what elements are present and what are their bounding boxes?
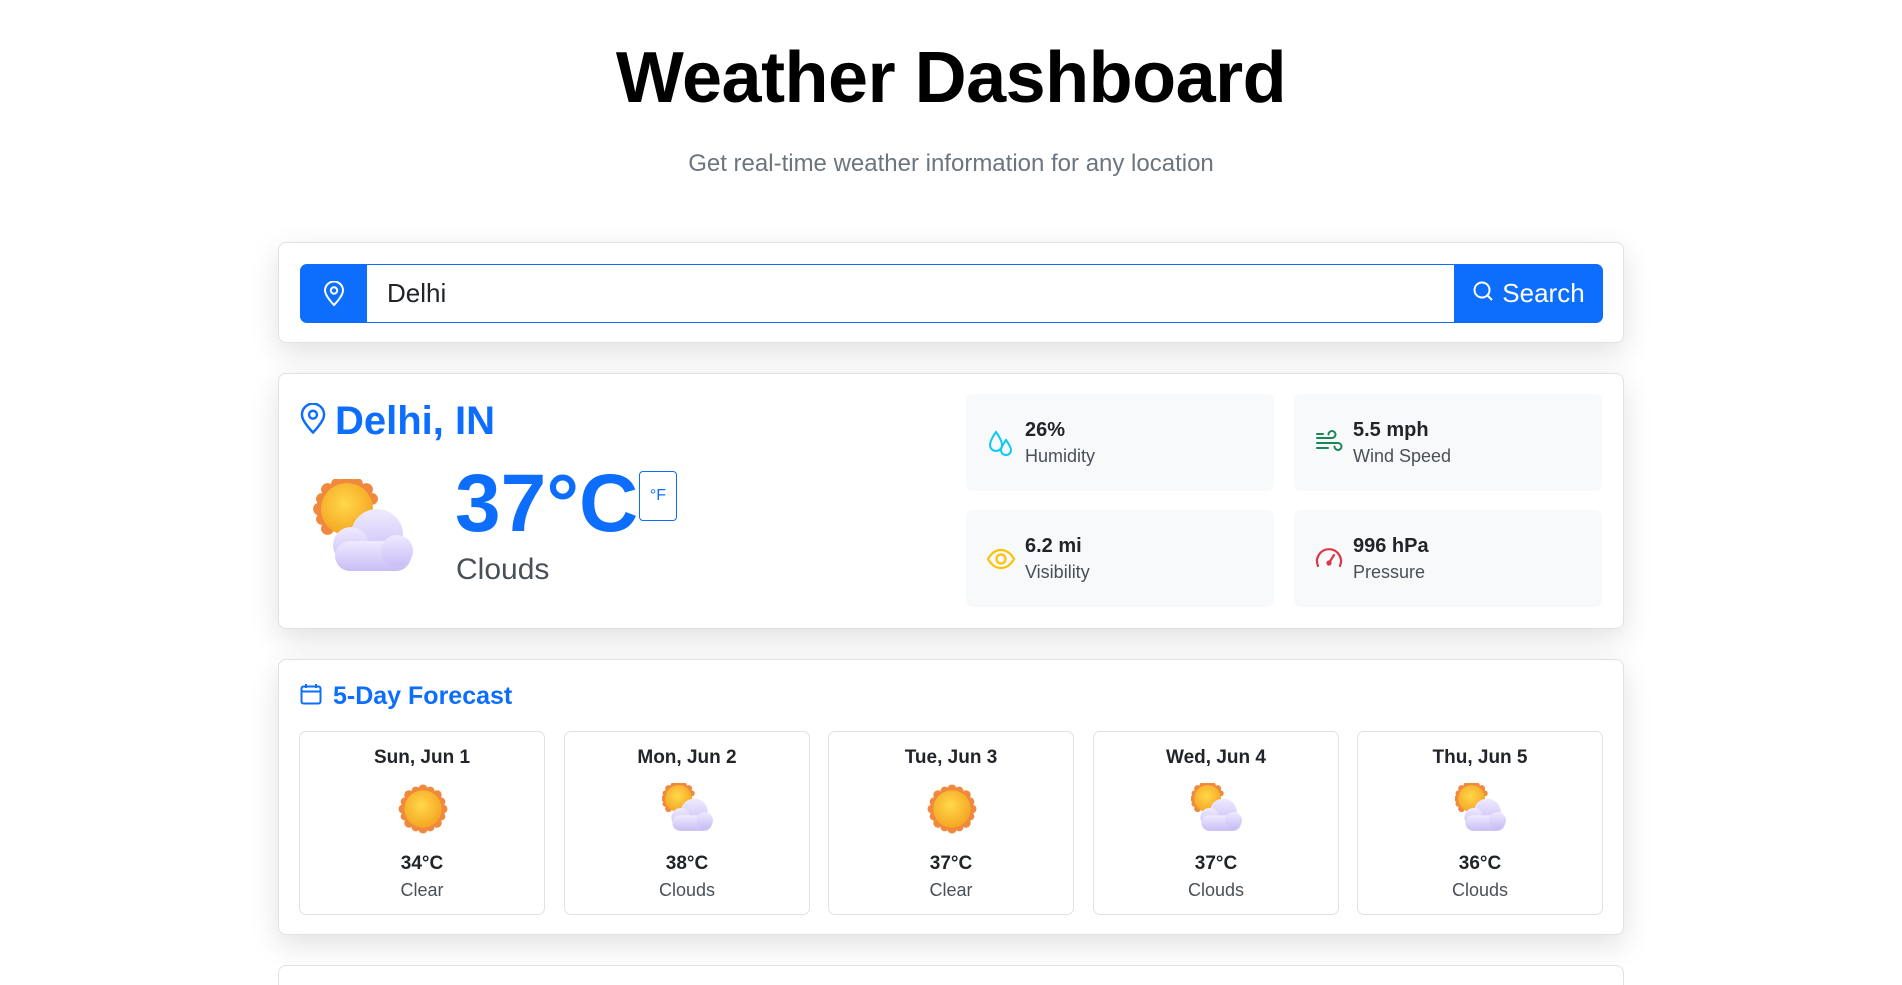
humidity-stat: 26% Humidity bbox=[966, 394, 1274, 491]
forecast-day-temp: 37°C bbox=[929, 853, 973, 874]
visibility-label: Visibility bbox=[1025, 562, 1090, 582]
forecast-title: 5-Day Forecast bbox=[333, 682, 513, 710]
search-button-label: Search bbox=[1502, 278, 1585, 308]
sun-icon bbox=[397, 783, 449, 835]
unit-toggle-button[interactable]: °F bbox=[639, 471, 677, 521]
speedometer-icon bbox=[1315, 548, 1343, 568]
location-pin-icon bbox=[299, 401, 327, 440]
wind-speed-label: Wind Speed bbox=[1353, 446, 1452, 466]
forecast-day: Tue, Jun 3 37°C Clear bbox=[828, 731, 1074, 915]
humidity-label: Humidity bbox=[1025, 446, 1096, 466]
pressure-stat: 996 hPa Pressure bbox=[1294, 510, 1602, 607]
calendar-icon bbox=[299, 682, 323, 711]
current-weather-card: Delhi, IN 37°C °F Clouds 26% Humidity 5.… bbox=[278, 373, 1624, 629]
forecast-day-condition: Clouds bbox=[1451, 880, 1509, 900]
next-section-card bbox=[278, 965, 1624, 985]
forecast-day: Thu, Jun 5 36°C Clouds bbox=[1357, 731, 1603, 915]
forecast-day: Sun, Jun 1 34°C Clear bbox=[299, 731, 545, 915]
current-temperature: 37°C bbox=[455, 458, 639, 549]
location-heading: Delhi, IN bbox=[299, 398, 495, 444]
eye-icon bbox=[986, 548, 1016, 570]
pressure-label: Pressure bbox=[1353, 562, 1426, 582]
forecast-day-condition: Clouds bbox=[658, 880, 716, 900]
forecast-day: Mon, Jun 2 38°C Clouds bbox=[564, 731, 810, 915]
wind-speed-stat: 5.5 mph Wind Speed bbox=[1294, 394, 1602, 491]
current-condition: Clouds bbox=[456, 553, 550, 586]
search-group: Search bbox=[300, 264, 1603, 323]
search-icon bbox=[1472, 278, 1494, 309]
sun-behind-cloud-icon bbox=[313, 479, 417, 579]
forecast-day-date: Tue, Jun 3 bbox=[904, 747, 998, 768]
sun-icon bbox=[926, 783, 978, 835]
forecast-day-temp: 38°C bbox=[665, 853, 709, 874]
forecast-day-condition: Clouds bbox=[1187, 880, 1245, 900]
humidity-value: 26% bbox=[1025, 419, 1066, 441]
forecast-day-date: Sun, Jun 1 bbox=[373, 747, 471, 768]
sun-behind-cloud-icon bbox=[1455, 783, 1507, 835]
forecast-day-date: Wed, Jun 4 bbox=[1166, 747, 1266, 768]
forecast-day-condition: Clear bbox=[400, 880, 444, 900]
page-title: Weather Dashboard bbox=[615, 38, 1287, 118]
pressure-value: 996 hPa bbox=[1353, 535, 1429, 557]
wind-speed-value: 5.5 mph bbox=[1353, 419, 1429, 441]
forecast-day-date: Mon, Jun 2 bbox=[637, 747, 737, 768]
forecast-day-temp: 37°C bbox=[1194, 853, 1238, 874]
visibility-value: 6.2 mi bbox=[1025, 535, 1082, 557]
forecast-day: Wed, Jun 4 37°C Clouds bbox=[1093, 731, 1339, 915]
search-button[interactable]: Search bbox=[1454, 264, 1603, 323]
forecast-card: 5-Day Forecast Sun, Jun 1 34°C Clear Mon… bbox=[278, 659, 1624, 935]
forecast-day-date: Thu, Jun 5 bbox=[1432, 747, 1528, 768]
visibility-stat: 6.2 mi Visibility bbox=[966, 510, 1274, 607]
forecast-day-condition: Clear bbox=[929, 880, 973, 900]
sun-behind-cloud-icon bbox=[662, 783, 714, 835]
forecast-day-temp: 36°C bbox=[1458, 853, 1502, 874]
location-pin-icon bbox=[300, 264, 367, 323]
forecast-day-temp: 34°C bbox=[400, 853, 444, 874]
droplet-icon bbox=[988, 430, 1013, 456]
search-input[interactable] bbox=[367, 264, 1454, 323]
sun-behind-cloud-icon bbox=[1191, 783, 1243, 835]
page-subtitle: Get real-time weather information for an… bbox=[688, 150, 1214, 177]
city-name: Delhi, IN bbox=[335, 399, 496, 443]
search-card: Search bbox=[278, 242, 1624, 343]
forecast-heading: 5-Day Forecast bbox=[299, 682, 512, 711]
wind-icon bbox=[1316, 430, 1343, 451]
